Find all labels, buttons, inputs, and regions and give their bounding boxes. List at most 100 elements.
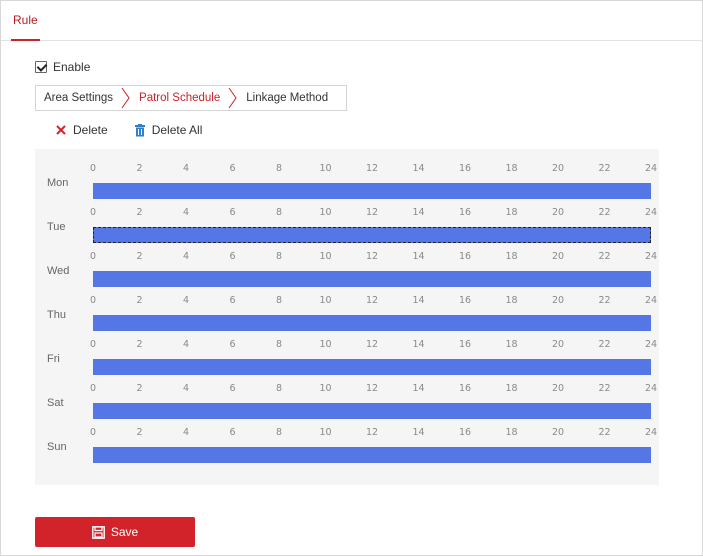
hour-tick: 20 [551, 383, 565, 394]
hour-tick: 12 [365, 339, 379, 350]
hour-tick: 24 [644, 163, 658, 174]
hour-tick: 12 [365, 163, 379, 174]
schedule-row-tue: 0 2 4 6 8 10 12 14 16 18 20 22 24 Tue [35, 193, 659, 243]
hour-tick: 24 [644, 339, 658, 350]
hour-tick: 6 [229, 163, 236, 174]
hour-tick: 10 [319, 163, 332, 174]
hour-tick: 2 [136, 383, 143, 394]
hour-tick: 18 [505, 339, 518, 350]
hour-scale: 0 2 4 6 8 10 12 14 16 18 20 22 24 [35, 383, 659, 395]
hour-tick: 2 [136, 163, 143, 174]
hour-tick: 2 [136, 251, 143, 262]
hour-tick: 14 [412, 251, 425, 262]
hour-tick: 0 [89, 339, 97, 350]
hour-tick: 20 [551, 427, 565, 438]
hour-tick: 0 [89, 295, 97, 306]
delete-all-button[interactable]: Delete All [134, 123, 203, 137]
hour-tick: 16 [458, 207, 472, 218]
hour-tick: 12 [365, 207, 379, 218]
hour-tick: 20 [551, 251, 565, 262]
hour-tick: 22 [598, 163, 611, 174]
hour-tick: 16 [458, 295, 472, 306]
rule-subtabs: Area Settings Patrol Schedule Linkage Me… [35, 85, 347, 111]
tab-patrol-schedule[interactable]: Patrol Schedule [131, 86, 228, 110]
close-icon [55, 124, 67, 136]
hour-scale: 0 2 4 6 8 10 12 14 16 18 20 22 24 [35, 295, 659, 307]
enable-checkbox[interactable] [35, 61, 47, 73]
hour-tick: 16 [458, 383, 472, 394]
hour-tick: 4 [182, 163, 190, 174]
hour-tick: 4 [182, 207, 190, 218]
hour-tick: 4 [182, 383, 190, 394]
hour-scale: 0 2 4 6 8 10 12 14 16 18 20 22 24 [35, 207, 659, 219]
hour-tick: 8 [275, 207, 283, 218]
hour-tick: 0 [89, 427, 97, 438]
hour-tick: 24 [644, 295, 658, 306]
hour-tick: 8 [275, 295, 283, 306]
hour-tick: 22 [598, 295, 611, 306]
schedule-row-mon: 0 2 4 6 8 10 12 14 16 18 20 22 24 Mon [35, 149, 659, 199]
hour-tick: 10 [319, 383, 332, 394]
hour-tick: 20 [551, 295, 565, 306]
hour-tick: 22 [598, 251, 611, 262]
delete-button[interactable]: Delete [55, 123, 108, 137]
tab-area-settings[interactable]: Area Settings [36, 86, 121, 110]
hour-tick: 6 [229, 207, 236, 218]
hour-tick: 22 [598, 339, 611, 350]
hour-tick: 6 [229, 339, 236, 350]
hour-tick: 2 [136, 207, 143, 218]
day-label: Sat [47, 397, 64, 409]
hour-tick: 12 [365, 427, 379, 438]
tab-rule[interactable]: Rule [11, 11, 40, 41]
hour-tick: 14 [412, 207, 425, 218]
hour-scale: 0 2 4 6 8 10 12 14 16 18 20 22 24 [35, 251, 659, 263]
hour-tick: 4 [182, 251, 190, 262]
tab-linkage-method[interactable]: Linkage Method [238, 86, 336, 110]
day-label: Mon [47, 177, 69, 189]
hour-tick: 20 [551, 339, 565, 350]
hour-tick: 8 [275, 339, 283, 350]
chevron-right-icon [228, 86, 238, 110]
hour-tick: 24 [644, 251, 658, 262]
hour-tick: 10 [319, 427, 332, 438]
hour-tick: 6 [229, 295, 236, 306]
hour-tick: 2 [136, 295, 143, 306]
delete-all-label: Delete All [151, 123, 203, 137]
hour-tick: 8 [275, 383, 283, 394]
hour-tick: 12 [365, 251, 379, 262]
day-label: Tue [47, 221, 66, 233]
day-label: Fri [47, 353, 60, 365]
hour-tick: 8 [275, 163, 283, 174]
hour-tick: 16 [458, 427, 472, 438]
hour-tick: 16 [458, 251, 472, 262]
schedule-row-wed: 0 2 4 6 8 10 12 14 16 18 20 22 24 Wed [35, 237, 659, 287]
hour-tick: 18 [505, 251, 518, 262]
hour-tick: 16 [458, 339, 472, 350]
hour-tick: 8 [275, 427, 283, 438]
save-label: Save [110, 525, 139, 539]
hour-tick: 14 [412, 339, 425, 350]
schedule-row-sat: 0 2 4 6 8 10 12 14 16 18 20 22 24 Sat [35, 369, 659, 419]
hour-tick: 0 [89, 163, 97, 174]
enable-label: Enable [53, 60, 91, 74]
hour-scale: 0 2 4 6 8 10 12 14 16 18 20 22 24 [35, 339, 659, 351]
hour-tick: 14 [412, 163, 425, 174]
schedule-time-bar[interactable] [93, 447, 651, 463]
hour-tick: 0 [89, 251, 97, 262]
weekly-schedule: 0 2 4 6 8 10 12 14 16 18 20 22 24 Mon 0 2 4 6 8 10 12 14 16 18 2… [35, 149, 659, 485]
hour-tick: 12 [365, 383, 379, 394]
day-label: Thu [47, 309, 66, 321]
hour-tick: 10 [319, 339, 332, 350]
hour-tick: 4 [182, 295, 190, 306]
hour-tick: 24 [644, 383, 658, 394]
save-button[interactable]: Save [35, 517, 195, 547]
hour-tick: 24 [644, 207, 658, 218]
hour-tick: 6 [229, 427, 236, 438]
hour-tick: 6 [229, 251, 236, 262]
enable-checkbox-row[interactable]: Enable [35, 59, 90, 75]
chevron-right-icon [121, 86, 131, 110]
hour-tick: 4 [182, 427, 190, 438]
hour-tick: 22 [598, 427, 611, 438]
schedule-row-sun: 0 2 4 6 8 10 12 14 16 18 20 22 24 Sun [35, 413, 659, 463]
hour-tick: 24 [644, 427, 658, 438]
